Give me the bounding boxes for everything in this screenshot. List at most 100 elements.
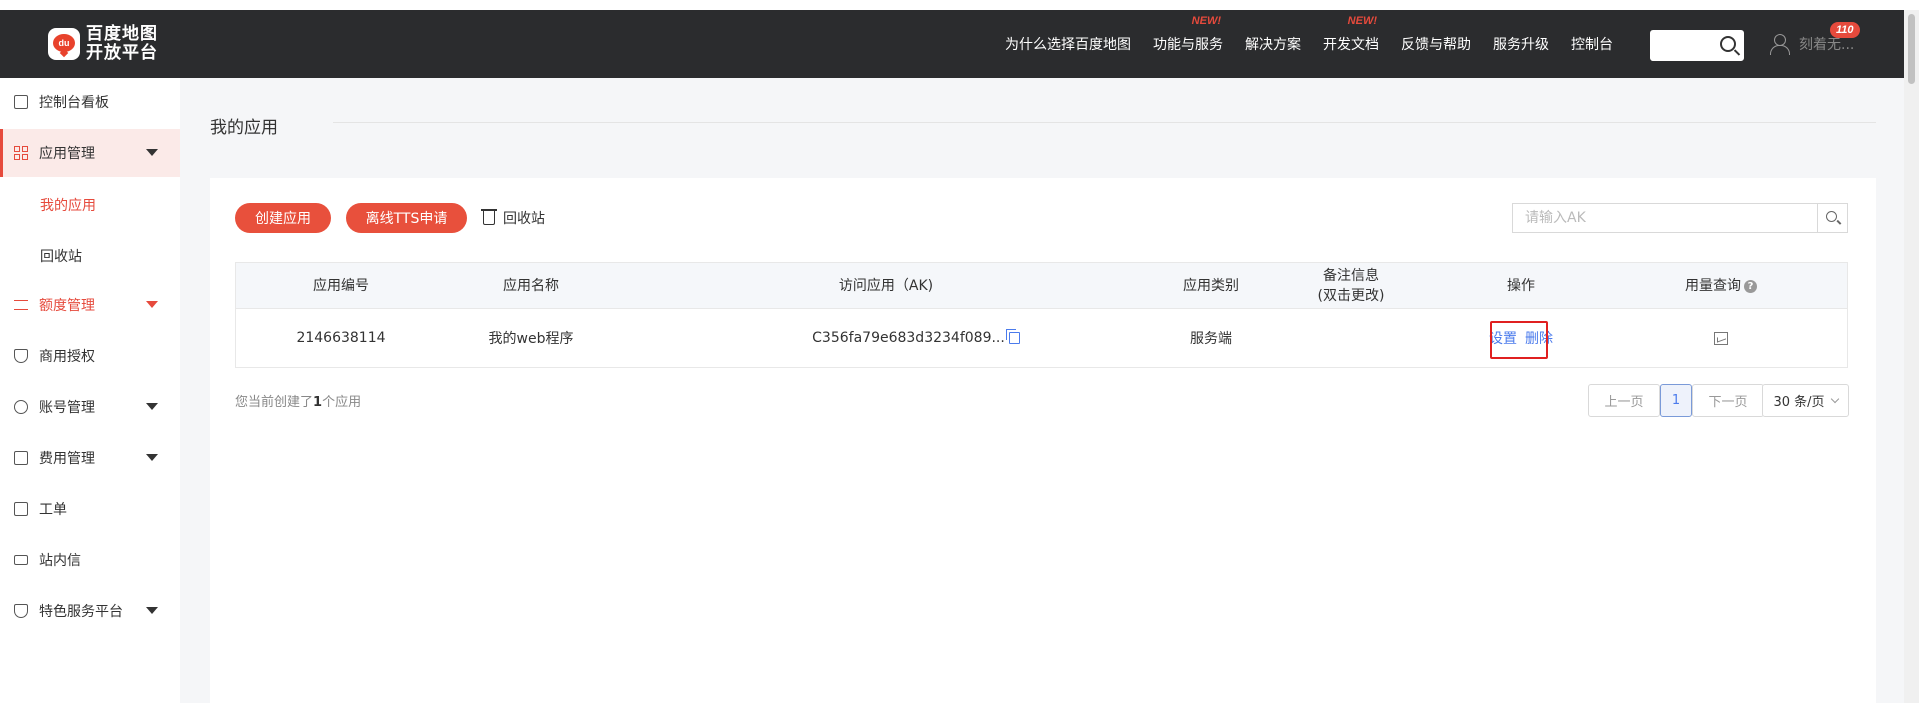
sidebar-item-dashboard[interactable]: 控制台看板 xyxy=(0,78,180,126)
sidebar-item-special-services[interactable]: 特色服务平台 xyxy=(0,587,180,635)
shield-icon xyxy=(14,349,28,363)
content-panel xyxy=(210,178,1876,703)
sidebar-item-ticket[interactable]: 工单 xyxy=(0,485,180,533)
cell-usage xyxy=(1656,309,1786,367)
col-remark: 备注信息 (双击更改) xyxy=(1286,263,1416,309)
logo-text: 百度地图 开放平台 xyxy=(86,25,158,63)
chevron-down-icon xyxy=(1830,394,1839,403)
col-app-type: 应用类别 xyxy=(1183,278,1239,294)
sidebar-item-label: 特色服务平台 xyxy=(39,604,123,620)
usage-chart-icon[interactable] xyxy=(1714,331,1728,345)
copy-icon[interactable] xyxy=(1005,329,1020,344)
col-usage-label: 用量查询 xyxy=(1685,278,1741,294)
create-app-button[interactable]: 创建应用 xyxy=(235,203,331,233)
sidebar-item-label: 费用管理 xyxy=(39,451,95,467)
user-circle-icon xyxy=(14,400,28,414)
sidebar-item-label: 账号管理 xyxy=(39,400,95,416)
sidebar-item-label: 商用授权 xyxy=(39,349,95,365)
col-app-name: 应用名称 xyxy=(503,278,559,294)
title-divider xyxy=(333,122,1876,123)
ak-search-button[interactable] xyxy=(1817,203,1848,233)
new-badge: NEW! xyxy=(1191,15,1221,27)
col-actions: 操作 xyxy=(1507,278,1535,294)
page-size-select[interactable]: 30 条/页 xyxy=(1762,384,1849,417)
header-search-input[interactable] xyxy=(1650,30,1744,61)
cell-app-type: 服务端 xyxy=(1190,331,1232,347)
nav-console[interactable]: 控制台 xyxy=(1571,34,1613,54)
sidebar: 控制台看板 应用管理 我的应用 回收站 额度管理 商用授权 账号管理 费用管理 … xyxy=(0,78,180,703)
top-strip xyxy=(0,0,1919,10)
sidebar-item-commercial[interactable]: 商用授权 xyxy=(0,332,180,380)
nav-features[interactable]: 功能与服务 NEW! xyxy=(1153,15,1223,54)
clipboard-icon xyxy=(14,502,28,516)
page-size-label: 30 条/页 xyxy=(1773,395,1825,410)
sliders-icon xyxy=(14,300,28,310)
logo-line2: 开放平台 xyxy=(86,43,158,63)
cell-remark[interactable] xyxy=(1286,309,1416,367)
shield-heart-icon xyxy=(14,604,28,618)
sidebar-item-label: 站内信 xyxy=(39,553,81,569)
ak-search-input[interactable]: 请输入AK xyxy=(1512,203,1818,233)
sidebar-item-billing[interactable]: 费用管理 xyxy=(0,434,180,482)
recycle-label: 回收站 xyxy=(503,211,545,227)
caret-down-icon xyxy=(146,403,158,410)
cell-app-id: 2146638114 xyxy=(296,330,386,346)
nav-docs[interactable]: 开发文档 NEW! xyxy=(1323,15,1379,54)
caret-down-icon xyxy=(146,607,158,614)
page-1-button[interactable]: 1 xyxy=(1660,384,1692,417)
caret-down-icon xyxy=(146,149,158,156)
scrollbar[interactable] xyxy=(1904,10,1919,703)
bill-icon xyxy=(14,451,28,465)
scrollbar-thumb[interactable] xyxy=(1908,14,1915,84)
cell-ak: C356fa79e683d3234f089... xyxy=(766,309,1066,367)
col-ak: 访问应用（AK) xyxy=(838,278,934,294)
page-title: 我的应用 xyxy=(210,118,278,138)
col-remark-line1: 备注信息 xyxy=(1323,268,1379,284)
grid-icon xyxy=(14,146,28,160)
offline-tts-button[interactable]: 离线TTS申请 xyxy=(346,203,467,233)
baidu-map-logo[interactable]: du 百度地图 开放平台 xyxy=(48,25,158,63)
sidebar-item-quota[interactable]: 额度管理 xyxy=(0,281,180,329)
nav-why-baidu[interactable]: 为什么选择百度地图 xyxy=(1005,34,1131,54)
user-icon xyxy=(1770,34,1790,55)
note-prefix: 您当前创建了 xyxy=(235,395,314,410)
cell-app-name: 我的web程序 xyxy=(488,331,574,347)
nav-upgrade[interactable]: 服务升级 xyxy=(1493,34,1549,54)
sidebar-item-label: 工单 xyxy=(39,502,67,518)
search-icon xyxy=(1826,211,1837,222)
sidebar-item-app-management[interactable]: 应用管理 xyxy=(0,129,180,177)
table-header: 应用编号 应用名称 访问应用（AK) 应用类别 备注信息 (双击更改) 操作 用… xyxy=(236,263,1847,309)
logo-line1: 百度地图 xyxy=(86,24,158,44)
nav-feedback[interactable]: 反馈与帮助 xyxy=(1401,34,1471,54)
apps-count-note: 您当前创建了1个应用 xyxy=(235,391,361,410)
mail-icon xyxy=(14,555,28,565)
notification-badge[interactable]: 110 xyxy=(1830,22,1860,38)
search-icon[interactable] xyxy=(1720,36,1736,52)
apps-table: 应用编号 应用名称 访问应用（AK) 应用类别 备注信息 (双击更改) 操作 用… xyxy=(235,262,1848,368)
caret-down-icon xyxy=(146,301,158,308)
col-app-id: 应用编号 xyxy=(313,278,369,294)
top-nav: 为什么选择百度地图 功能与服务 NEW! 解决方案 开发文档 NEW! 反馈与帮助 … xyxy=(1005,10,1635,78)
sidebar-item-label: 应用管理 xyxy=(39,146,95,162)
nav-solutions[interactable]: 解决方案 xyxy=(1245,34,1301,54)
next-page-button[interactable]: 下一页 xyxy=(1692,384,1764,417)
prev-page-button[interactable]: 上一页 xyxy=(1588,384,1660,417)
baidu-logo-icon: du xyxy=(48,28,80,60)
note-suffix: 个应用 xyxy=(322,395,362,410)
new-badge: NEW! xyxy=(1347,15,1377,27)
trash-icon xyxy=(481,209,497,225)
sidebar-item-messages[interactable]: 站内信 xyxy=(0,536,180,584)
sidebar-item-label: 额度管理 xyxy=(39,298,95,314)
highlight-box xyxy=(1490,321,1548,359)
note-count: 1 xyxy=(313,395,323,410)
sidebar-item-label: 控制台看板 xyxy=(39,95,109,111)
col-remark-line2: (双击更改) xyxy=(1317,288,1385,304)
top-header: du 百度地图 开放平台 为什么选择百度地图 功能与服务 NEW! 解决方案 开发… xyxy=(0,10,1904,78)
sidebar-item-account[interactable]: 账号管理 xyxy=(0,383,180,431)
sidebar-sub-recycle[interactable]: 回收站 xyxy=(40,246,82,266)
caret-down-icon xyxy=(146,454,158,461)
help-icon[interactable]: ? xyxy=(1744,279,1757,293)
col-usage: 用量查询 ? xyxy=(1656,263,1786,309)
recycle-bin-link[interactable]: 回收站 xyxy=(481,208,545,228)
sidebar-sub-my-apps[interactable]: 我的应用 xyxy=(40,195,96,215)
